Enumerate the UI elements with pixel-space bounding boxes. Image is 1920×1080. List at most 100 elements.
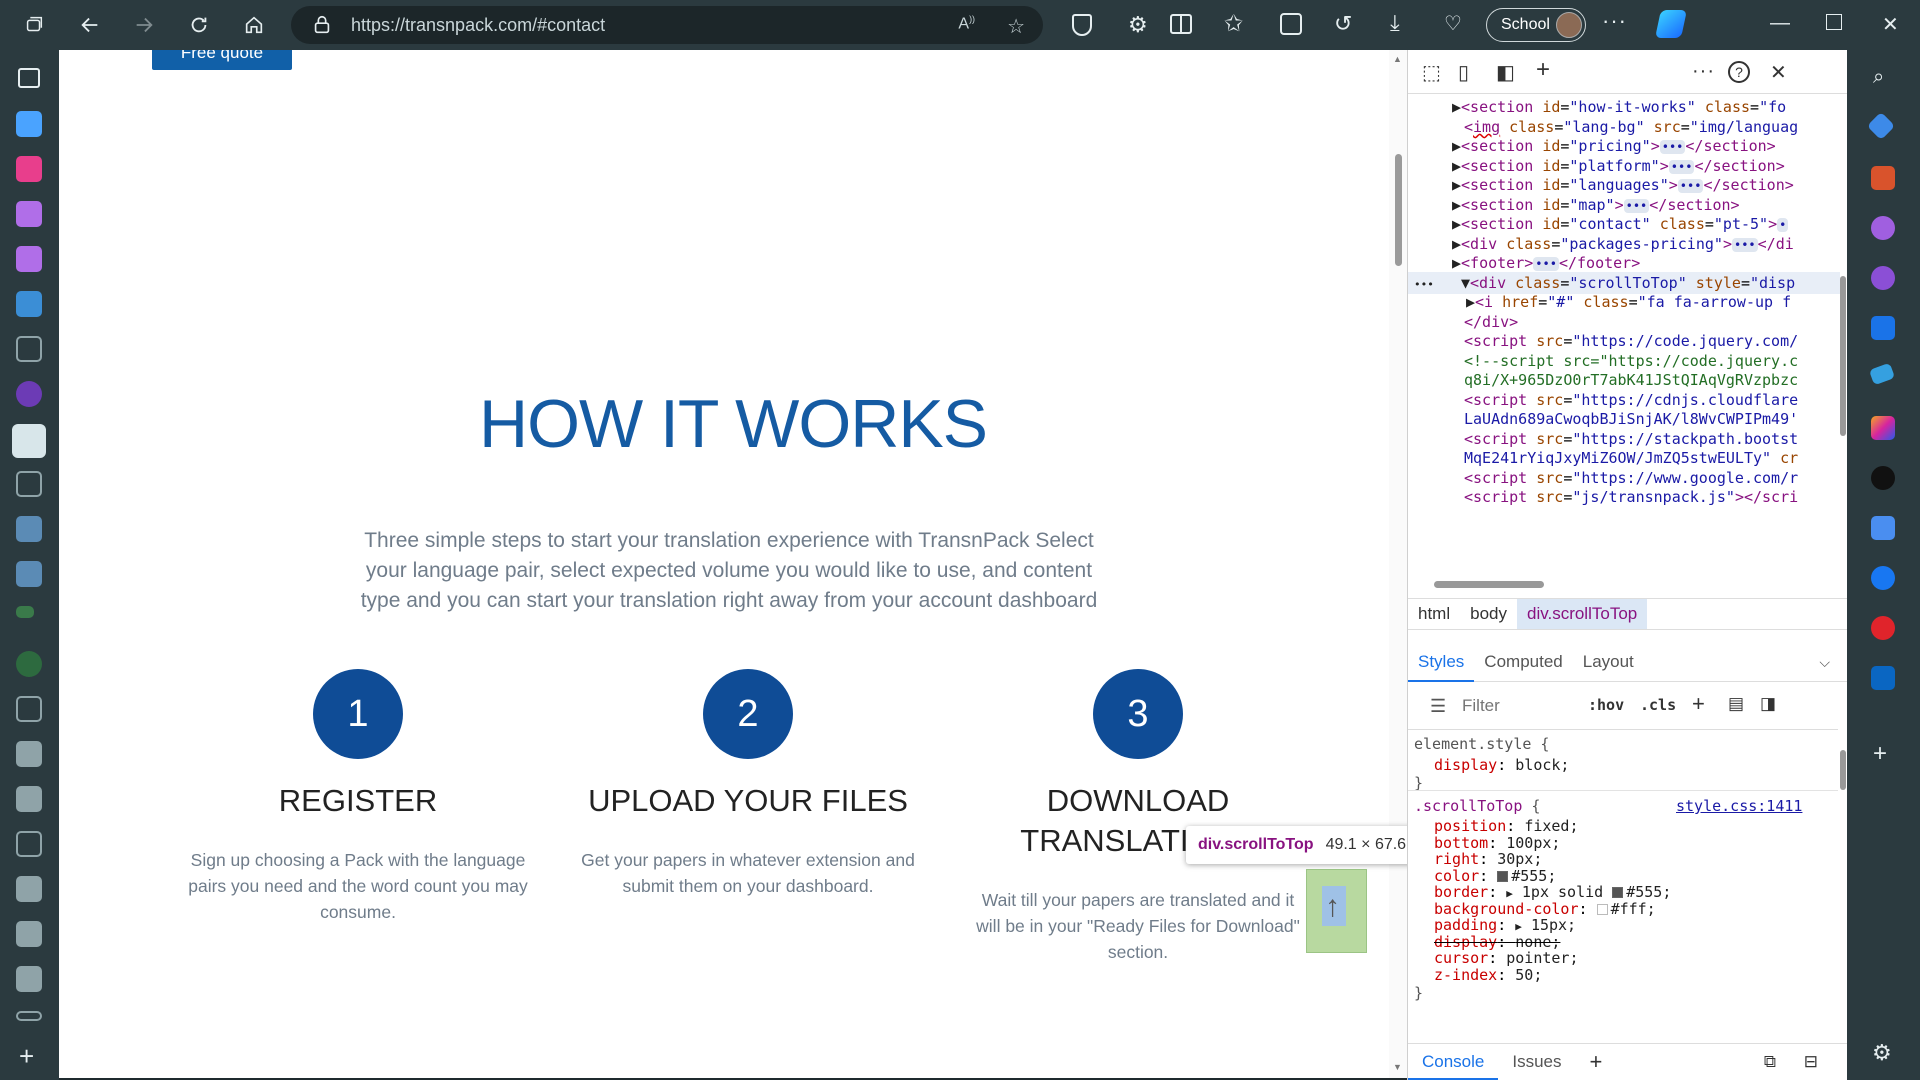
downloads-icon[interactable]: ⤓ <box>1390 10 1400 36</box>
free-quote-button[interactable]: Free quote <box>152 50 292 70</box>
tab-favicon-icon[interactable] <box>16 1011 42 1021</box>
favorites-icon[interactable]: ✩ <box>1224 10 1243 37</box>
back-icon[interactable] <box>72 7 108 43</box>
dom-node[interactable]: LaUAdn689aCwoqbBJiSnjAK/l8WvCWPIPm49' <box>1464 408 1798 430</box>
home-icon[interactable] <box>236 7 272 43</box>
shield-icon[interactable] <box>1072 14 1092 36</box>
favorite-star-icon[interactable]: ☆ <box>1007 14 1025 39</box>
dom-node[interactable]: ▶<section id="pricing"> ••• </section> <box>1452 135 1776 157</box>
rule-source-link[interactable]: style.css:1411 <box>1676 796 1802 816</box>
tools-briefcase-icon[interactable] <box>1871 166 1895 190</box>
breadcrumb-current[interactable]: div.scrollToTop <box>1517 599 1648 629</box>
hov-toggle[interactable]: :hov <box>1588 696 1624 714</box>
telegram-icon[interactable] <box>1868 362 1896 386</box>
inspect-element-icon[interactable]: ⬚ <box>1422 60 1441 85</box>
breadcrumb-html[interactable]: html <box>1408 604 1460 624</box>
dom-node[interactable]: ▶<section id="languages"> ••• </section> <box>1452 174 1794 196</box>
refresh-icon[interactable] <box>181 7 217 43</box>
dom-node[interactable]: ▶<footer> ••• </footer> <box>1452 252 1640 274</box>
tab-favicon-icon[interactable] <box>16 876 42 902</box>
element-state-icon[interactable]: ▤ <box>1728 694 1744 714</box>
instagram-icon[interactable] <box>1871 416 1895 440</box>
add-sidebar-app-plus-icon[interactable]: + <box>1873 740 1887 768</box>
tab-favicon-icon[interactable] <box>16 561 42 587</box>
games-icon[interactable] <box>1871 216 1895 240</box>
style-declaration[interactable]: display: block; <box>1434 755 1569 775</box>
vertical-tabs-icon[interactable] <box>18 68 40 88</box>
tab-favicon-icon[interactable] <box>16 831 42 857</box>
add-drawer-tab-plus-icon[interactable]: + <box>1576 1044 1617 1080</box>
tab-favicon-icon[interactable] <box>16 381 42 407</box>
tab-favicon-icon[interactable] <box>16 696 42 722</box>
scrollbar-thumb[interactable] <box>1395 154 1402 266</box>
tab-favicon-icon[interactable] <box>16 786 42 812</box>
outlook-icon[interactable] <box>1871 316 1895 340</box>
search-icon[interactable]: ⌕ <box>1873 66 1884 89</box>
drawer-dock-icon[interactable]: ⧉ <box>1750 1044 1790 1080</box>
device-toolbar-icon[interactable]: ▯ <box>1458 60 1469 85</box>
collections-icon[interactable] <box>1280 13 1302 35</box>
more-menu-icon[interactable]: ··· <box>1602 8 1627 34</box>
tab-favicon-icon[interactable] <box>16 921 42 947</box>
pinterest-icon[interactable] <box>1871 616 1895 640</box>
breadcrumb-body[interactable]: body <box>1460 604 1517 624</box>
history-icon[interactable]: ↺ <box>1334 11 1352 37</box>
dom-node[interactable]: ▶<section id="contact" class="pt-5"> • <box>1452 213 1789 235</box>
restore-icon[interactable] <box>1826 14 1842 30</box>
dom-node[interactable]: <script src="js/transnpack.js"></scri <box>1464 486 1798 508</box>
tab-favicon-icon[interactable] <box>16 336 42 362</box>
profile-button[interactable]: School <box>1486 8 1586 42</box>
facebook-icon[interactable] <box>1871 566 1895 590</box>
shopping-tag-icon[interactable] <box>1866 111 1896 141</box>
dom-node[interactable]: ▶<i href="#" class="fa fa-arrow-up f <box>1466 291 1791 313</box>
style-rule-selector[interactable]: .scrollToTop { <box>1414 796 1540 816</box>
tab-layout[interactable]: Layout <box>1573 642 1644 682</box>
scroll-down-icon[interactable]: ▼ <box>1393 1062 1402 1072</box>
tab-favicon-icon[interactable] <box>16 651 42 677</box>
read-aloud-icon[interactable]: A)) <box>958 14 975 39</box>
microsoft-365-icon[interactable] <box>1871 266 1895 290</box>
address-bar[interactable]: https://transnpack.com/#contact A)) ☆ <box>291 6 1043 44</box>
drawer-close-icon[interactable]: ⊟ <box>1790 1044 1832 1080</box>
close-devtools-icon[interactable]: ✕ <box>1770 60 1787 85</box>
tab-favicon-icon[interactable] <box>16 966 42 992</box>
tab-favicon-icon[interactable] <box>16 471 42 497</box>
dom-horizontal-scrollbar[interactable] <box>1424 578 1834 590</box>
extensions-icon[interactable]: ⚙ <box>1128 12 1148 38</box>
tab-favicon-icon[interactable] <box>16 156 42 182</box>
tab-favicon-icon[interactable] <box>16 201 42 227</box>
tab-favicon-icon[interactable] <box>16 246 42 272</box>
translate-icon[interactable] <box>1871 516 1895 540</box>
computed-sidebar-icon[interactable]: ◨ <box>1760 694 1776 714</box>
tab-computed[interactable]: Computed <box>1474 642 1572 682</box>
active-tab-favicon-icon[interactable] <box>12 424 46 458</box>
new-style-rule-plus-icon[interactable]: + <box>1692 691 1705 717</box>
panel-layout-icon[interactable]: ◧ <box>1496 60 1515 85</box>
style-declaration[interactable]: z-index: 50; <box>1434 965 1542 985</box>
tab-styles[interactable]: Styles <box>1408 642 1475 682</box>
tab-favicon-icon[interactable] <box>16 111 42 137</box>
more-tools-plus-icon[interactable]: + <box>1536 56 1550 84</box>
help-icon[interactable]: ? <box>1728 61 1750 83</box>
page-scrollbar[interactable]: ▲ ▼ <box>1389 50 1407 1078</box>
tab-favicon-icon[interactable] <box>16 741 42 767</box>
tab-favicon-icon[interactable] <box>16 606 34 618</box>
arrow-up-icon[interactable]: ↑ <box>1325 892 1340 922</box>
minimize-icon[interactable]: — <box>1770 12 1790 35</box>
devtools-menu-icon[interactable]: ··· <box>1692 60 1715 83</box>
close-icon[interactable]: ✕ <box>1882 12 1899 37</box>
styles-filter-input[interactable] <box>1462 692 1562 720</box>
sidebar-settings-gear-icon[interactable]: ⚙ <box>1872 1040 1892 1066</box>
dom-node[interactable]: ▶<section id="how-it-works" class="fo <box>1452 96 1786 118</box>
new-tab-plus-icon[interactable]: + <box>19 1041 34 1072</box>
tab-actions-icon[interactable] <box>16 7 52 43</box>
tab-issues[interactable]: Issues <box>1498 1044 1575 1080</box>
tab-console[interactable]: Console <box>1408 1044 1499 1080</box>
dom-comment[interactable]: q8i/X+965DzO0rT7abK41JStQIAqVgRVzpbzc <box>1464 369 1798 391</box>
forward-icon[interactable] <box>126 7 162 43</box>
scroll-up-icon[interactable]: ▲ <box>1393 54 1402 64</box>
tab-favicon-icon[interactable] <box>16 291 42 317</box>
performance-icon[interactable]: ♡ <box>1444 11 1462 36</box>
linkedin-icon[interactable] <box>1871 666 1895 690</box>
tab-favicon-icon[interactable] <box>16 516 42 542</box>
